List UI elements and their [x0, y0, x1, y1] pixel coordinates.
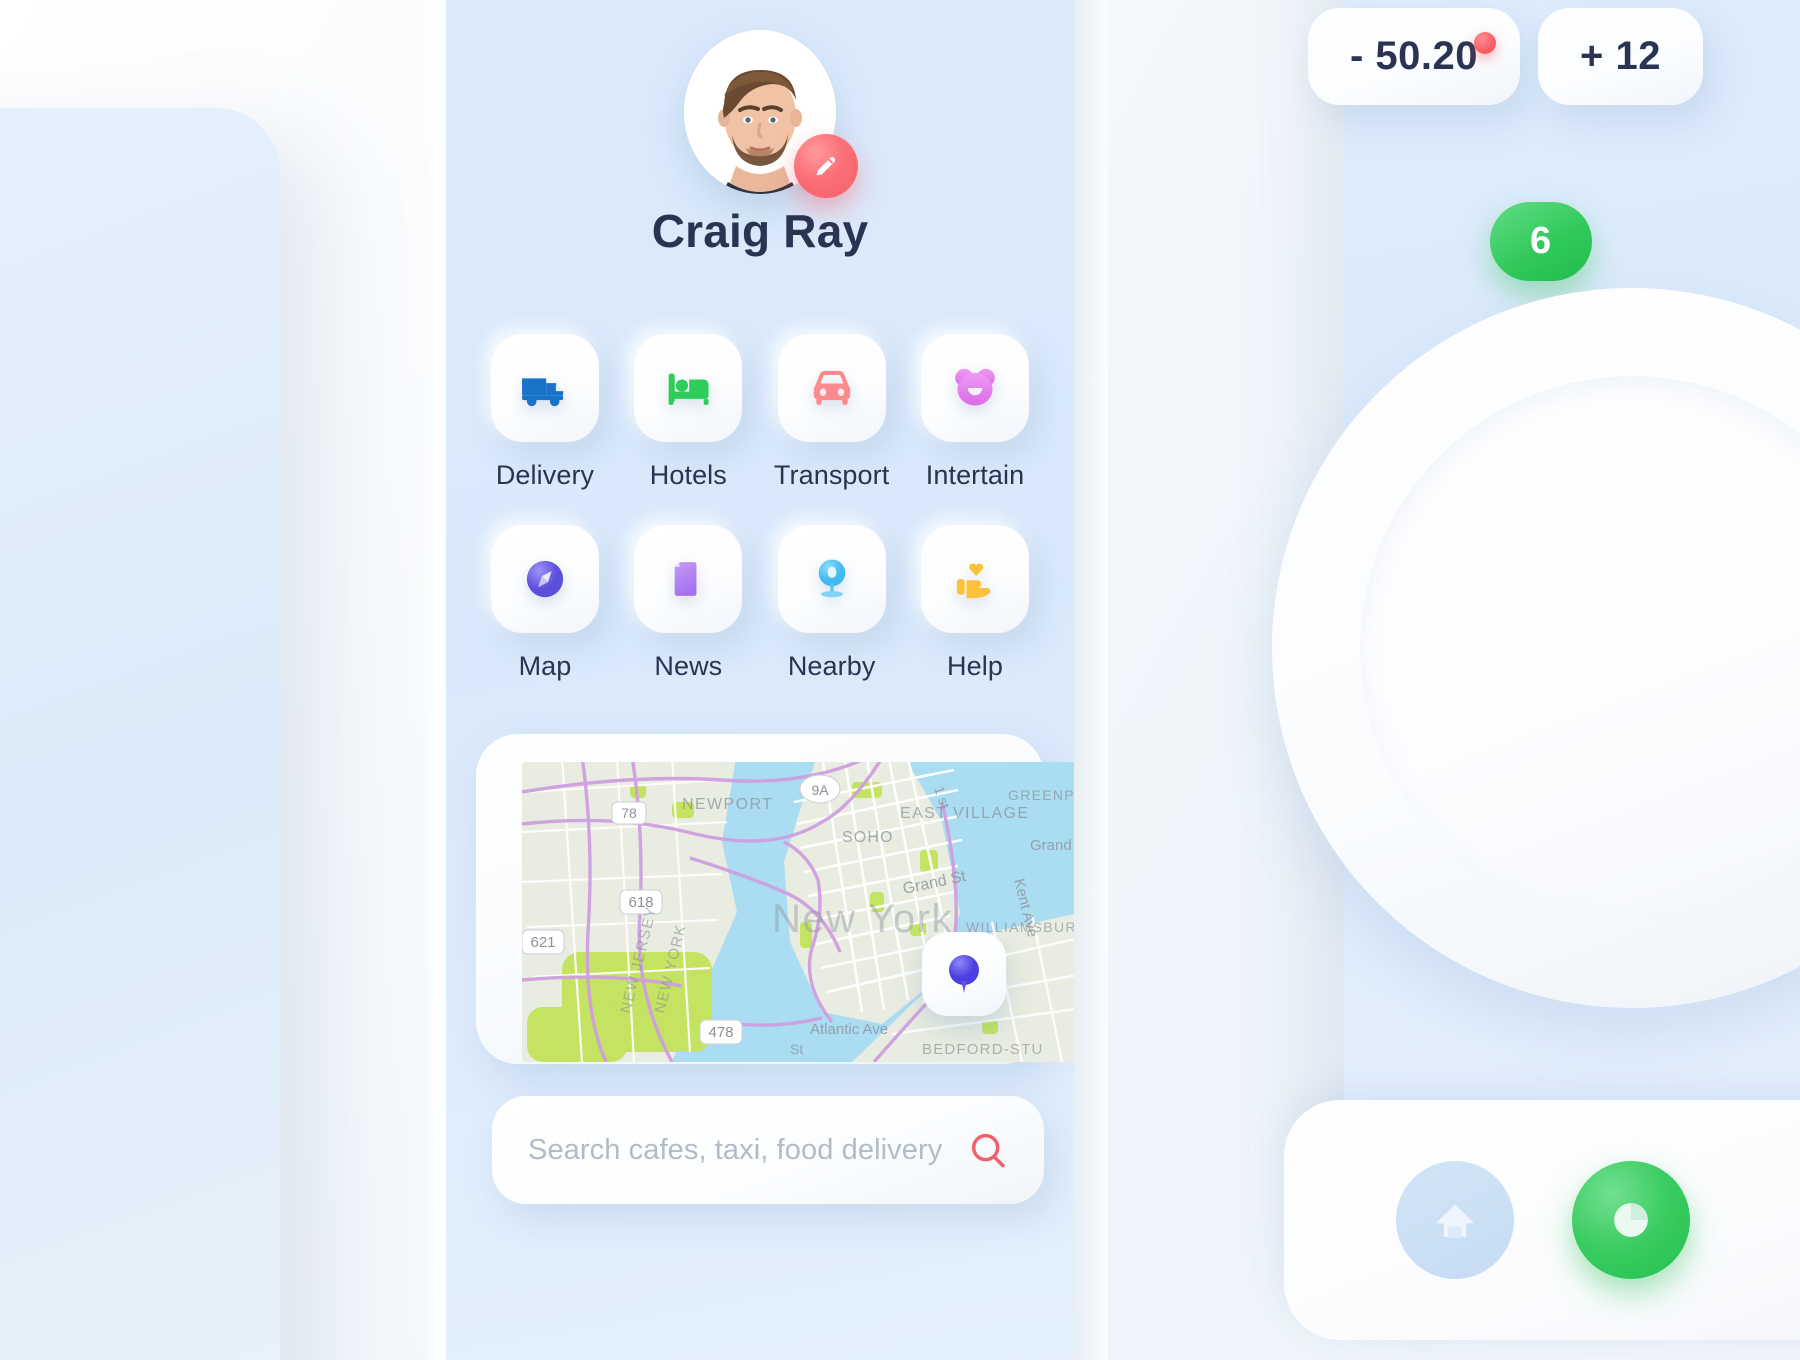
- donut-chart-inner: [1360, 376, 1800, 920]
- shortcut-label: Transport: [773, 460, 890, 490]
- search-bar[interactable]: Search cafes, taxi, food delivery: [492, 1096, 1044, 1204]
- shortcut-tile[interactable]: [920, 334, 1029, 442]
- svg-text:EAST VILLAGE: EAST VILLAGE: [900, 805, 1029, 822]
- shortcut-news[interactable]: News: [629, 525, 747, 682]
- bed-icon: [668, 373, 709, 405]
- profile-name: Craig Ray: [651, 205, 869, 257]
- shortcut-label: Delivery: [495, 460, 595, 490]
- shortcut-intertain[interactable]: Intertain: [916, 334, 1034, 491]
- svg-text:New York: New York: [772, 897, 953, 941]
- avatar-container[interactable]: [684, 30, 858, 198]
- svg-text:BEDFORD-STU: BEDFORD-STU: [922, 1041, 1044, 1058]
- pie-chart-icon: [1614, 1203, 1648, 1237]
- shortcut-label: News: [654, 651, 723, 681]
- map-card[interactable]: 78 618 621 9A 478 NEWPORT EAST VILLAGE S…: [476, 734, 1084, 1064]
- shortcut-hotels[interactable]: Hotels: [629, 334, 747, 491]
- search-input[interactable]: Search cafes, taxi, food delivery: [528, 1134, 968, 1167]
- shortcut-nearby[interactable]: Nearby: [773, 525, 891, 682]
- svg-text:78: 78: [621, 805, 637, 821]
- shortcut-tile[interactable]: [920, 525, 1029, 633]
- transaction-amount-card[interactable]: - 50.20: [1308, 8, 1521, 105]
- location-icon: [818, 559, 845, 598]
- left-phone-chat-screen: y open 08:00 s below cements 08:03 ted 0…: [0, 108, 280, 1360]
- shortcut-row-1: Delivery Hotels Transport Intertain: [486, 334, 1034, 491]
- shortcut-label: Help: [947, 651, 1003, 681]
- svg-text:St: St: [790, 1041, 803, 1057]
- transaction-amount-card[interactable]: + 12: [1538, 8, 1703, 105]
- bottom-navigation-bar: [1284, 1100, 1800, 1340]
- shortcut-tile[interactable]: [491, 525, 599, 633]
- car-icon: [813, 370, 850, 405]
- compass-icon: [526, 560, 564, 598]
- shortcut-label: Map: [518, 651, 572, 681]
- map-pin-icon: [949, 955, 979, 994]
- search-icon[interactable]: [968, 1130, 1008, 1170]
- map-pin-button[interactable]: [922, 932, 1006, 1016]
- svg-text:Atlantic Ave: Atlantic Ave: [810, 1021, 888, 1038]
- nav-home-button[interactable]: [1396, 1161, 1514, 1279]
- shortcut-tile[interactable]: [634, 525, 743, 633]
- shortcut-row-2: Map News Nearby Help: [486, 525, 1034, 682]
- map-graphic: 78 618 621 9A 478 NEWPORT EAST VILLAGE S…: [522, 762, 1084, 1062]
- svg-text:Grand: Grand: [1030, 837, 1072, 854]
- shortcut-label: Intertain: [925, 460, 1025, 490]
- amount-value: + 12: [1580, 34, 1661, 78]
- svg-text:9A: 9A: [811, 782, 829, 798]
- svg-text:GREENPO: GREENPO: [1008, 787, 1084, 803]
- stat-pill-green[interactable]: 6: [1490, 202, 1592, 281]
- shortcut-transport[interactable]: Transport: [773, 334, 891, 491]
- center-phone-profile-screen: Craig Ray Delivery Hotels Transport Inte…: [420, 0, 1108, 1360]
- right-phone-finance-screen: - 50.20 + 12 6 30: [1272, 0, 1800, 1340]
- screenshot-stage: y open 08:00 s below cements 08:03 ted 0…: [0, 0, 1800, 1360]
- hand-heart-icon: [956, 563, 991, 599]
- notification-dot: [1474, 32, 1497, 54]
- donut-chart-outer: [1272, 288, 1800, 1008]
- shortcut-label: Hotels: [649, 460, 727, 490]
- shortcut-delivery[interactable]: Delivery: [486, 334, 604, 491]
- shortcut-grid: Delivery Hotels Transport Intertain Map …: [486, 334, 1034, 716]
- home-icon: [1435, 1204, 1475, 1238]
- amount-value: - 50.20: [1350, 34, 1479, 78]
- truck-icon: [522, 378, 564, 407]
- shortcut-map[interactable]: Map: [486, 525, 604, 682]
- document-icon: [675, 562, 697, 596]
- map-viewport[interactable]: 78 618 621 9A 478 NEWPORT EAST VILLAGE S…: [522, 762, 1084, 1062]
- edit-profile-button[interactable]: [794, 134, 858, 198]
- shortcut-tile[interactable]: [634, 334, 743, 442]
- svg-text:621: 621: [530, 934, 555, 951]
- pencil-icon: [816, 157, 836, 176]
- nav-stats-button[interactable]: [1572, 1161, 1690, 1279]
- shortcut-help[interactable]: Help: [916, 525, 1034, 682]
- shortcut-label: Nearby: [787, 651, 876, 681]
- svg-text:SOHO: SOHO: [842, 829, 894, 846]
- shortcut-tile[interactable]: [491, 334, 599, 442]
- bear-icon: [955, 368, 995, 406]
- shortcut-tile[interactable]: [777, 334, 886, 442]
- svg-text:478: 478: [708, 1024, 733, 1041]
- shortcut-tile[interactable]: [777, 525, 886, 633]
- svg-text:NEWPORT: NEWPORT: [682, 796, 773, 813]
